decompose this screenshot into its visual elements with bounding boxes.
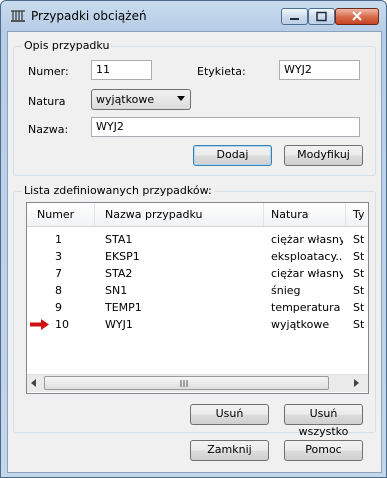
row-name: TEMP1 [105,301,142,314]
row-name: STA1 [105,233,133,246]
number-label: Numer: [28,65,69,78]
case-list-title: Lista zdefiniowanych przypadków: [22,184,214,197]
row-number: 1 [55,233,62,246]
nature-label: Natura [28,95,66,108]
list-item[interactable]: 3 EKSP1 eksploatacy... St [27,248,368,265]
close-icon [352,11,362,21]
row-nature: wyjątkowe [271,318,330,331]
column-header-number[interactable]: Numer [37,208,74,221]
help-button-label: Pomoc [305,443,342,456]
chevron-down-icon [177,96,185,101]
list-item[interactable]: 9 TEMP1 temperatura St [27,299,368,316]
row-type: St [353,267,365,280]
scroll-right-icon[interactable] [354,379,360,387]
name-label: Nazwa: [28,123,69,136]
window-title: Przypadki obciążeń [31,9,147,23]
delete-button-label: Usuń [215,407,244,420]
number-field[interactable]: 11 [91,60,152,80]
list-header: Numer Nazwa przypadku Natura Ty [27,203,368,227]
row-nature: eksploatacy... [271,250,343,263]
row-nature: śnieg [271,284,301,297]
close-button[interactable]: Zamknij [190,440,269,461]
column-header-nature[interactable]: Natura [271,208,309,221]
maximize-button[interactable] [308,8,335,25]
add-button[interactable]: Dodaj [193,145,272,166]
nature-select-value: wyjątkowe [96,93,155,106]
minimize-icon [290,18,299,20]
row-type: St [353,301,365,314]
row-type: St [353,284,365,297]
modify-button-label: Modyfikuj [297,148,350,161]
help-button[interactable]: Pomoc [284,440,363,461]
delete-all-button-label: Usuń wszystko [298,407,349,438]
row-name: WYJ1 [105,318,133,331]
row-nature: temperatura [271,301,341,314]
add-button-label: Dodaj [216,148,249,161]
dialog-client-area: Opis przypadku Numer: 11 Etykieta: WYJ2 … [7,31,382,473]
row-number: 8 [55,284,62,297]
list-item[interactable]: 8 SN1 śnieg St [27,282,368,299]
row-number: 10 [55,318,69,331]
delete-button[interactable]: Usuń [190,404,269,425]
horizontal-scrollbar[interactable] [27,374,368,392]
minimize-button[interactable] [281,8,308,25]
close-window-button[interactable] [335,8,379,25]
row-type: St [353,318,365,331]
row-type: St [353,233,365,246]
row-number: 3 [55,250,62,263]
modify-button[interactable]: Modyfikuj [284,145,363,166]
row-nature: ciężar własny [271,267,343,280]
title-bar[interactable]: Przypadki obciążeń [1,1,386,31]
row-name: STA2 [105,267,133,280]
row-name: SN1 [105,284,128,297]
delete-all-button[interactable]: Usuń wszystko [284,404,363,438]
load-cases-icon [11,10,25,22]
column-header-name[interactable]: Nazwa przypadku [105,208,202,221]
dialog-window: Przypadki obciążeń Opis przypadku Numer:… [0,0,387,478]
close-button-label: Zamknij [207,443,252,456]
label-field[interactable]: WYJ2 [279,60,360,80]
scroll-left-icon[interactable] [31,379,37,387]
arrow-shape [30,319,49,330]
row-name: EKSP1 [105,250,140,263]
maximize-icon [316,11,327,22]
grip-icon [180,380,188,387]
name-field[interactable]: WYJ2 [91,117,360,137]
list-item[interactable]: 1 STA1 ciężar własny St [27,231,368,248]
row-type: St [353,250,365,263]
nature-select[interactable]: wyjątkowe [91,89,191,110]
row-number: 9 [55,301,62,314]
scrollbar-thumb[interactable] [44,376,329,390]
label-label: Etykieta: [197,65,246,78]
current-case-arrow-icon [30,319,49,330]
cases-list[interactable]: Numer Nazwa przypadku Natura Ty 1 STA1 c… [26,202,369,394]
column-header-type[interactable]: Ty [353,208,365,221]
list-item-current[interactable]: 10 WYJ1 wyjątkowe St [27,316,368,333]
case-description-title: Opis przypadku [22,39,112,52]
row-nature: ciężar własny [271,233,343,246]
row-number: 7 [55,267,62,280]
list-item[interactable]: 7 STA2 ciężar własny St [27,265,368,282]
